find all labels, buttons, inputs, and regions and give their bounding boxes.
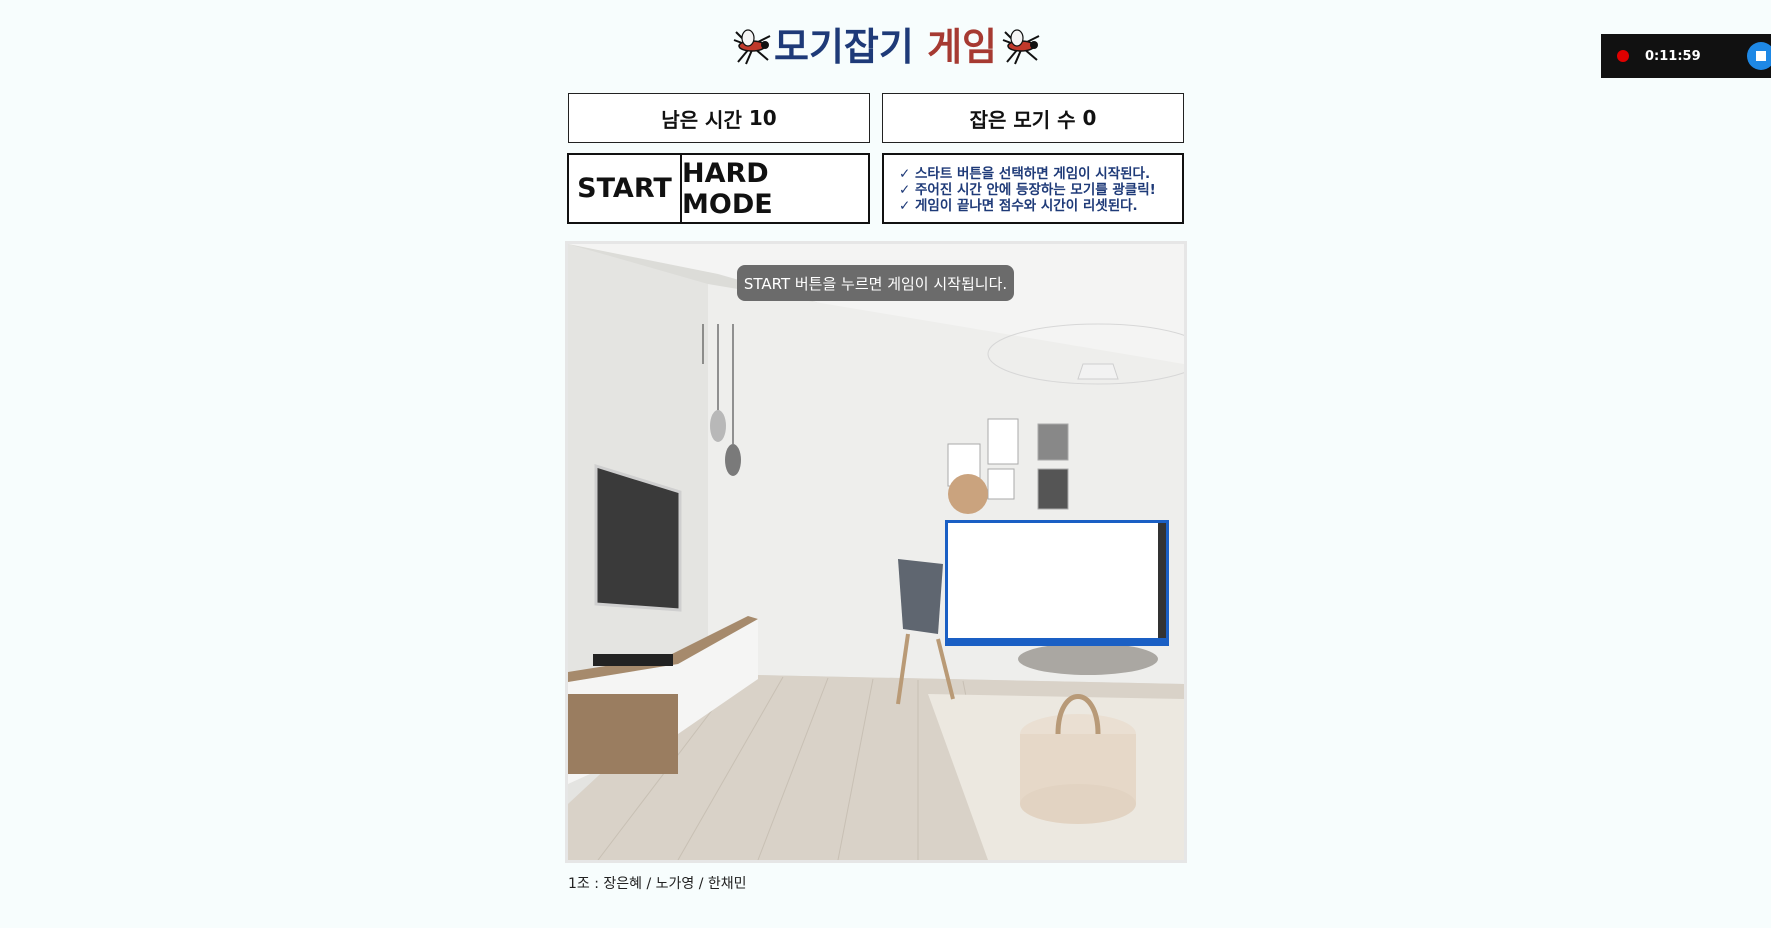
footer-credits: 1조 : 장은혜 / 노가영 / 한채민 [568, 876, 747, 892]
rules-box: ✓ 스타트 버튼을 선택하면 게임이 시작된다. ✓ 주어진 시간 안에 등장하… [882, 153, 1184, 224]
rule-item: ✓ 주어진 시간 안에 등장하는 모기를 광클릭! [899, 182, 1156, 198]
score-label: 잡은 모기 수 [969, 107, 1076, 132]
thumbnail-scrollbar [1158, 523, 1166, 643]
rule-item: ✓ 스타트 버튼을 선택하면 게임이 시작된다. [899, 166, 1151, 182]
recording-timer: 0:11:59 [1645, 48, 1701, 64]
screen-share-thumbnail [945, 520, 1169, 646]
time-remaining-box: 남은 시간 10 [568, 93, 870, 143]
screen-recorder-widget: 0:11:59 [1601, 34, 1771, 78]
score-box: 잡은 모기 수 0 [882, 93, 1184, 143]
mosquito-icon [997, 26, 1043, 66]
score-value: 0 [1082, 106, 1097, 130]
control-buttons: START HARD MODE [567, 153, 870, 224]
thumbnail-taskbar [948, 638, 1166, 643]
stage-message: START 버튼을 누르면 게임이 시작됩니다. [737, 265, 1014, 301]
rule-item: ✓ 게임이 끝나면 점수와 시간이 리셋된다. [899, 198, 1138, 214]
title-accent: 게임 [927, 25, 997, 69]
mosquito-icon [728, 26, 774, 66]
time-label: 남은 시간 [661, 107, 742, 132]
hard-mode-button[interactable]: HARD MODE [682, 155, 868, 222]
record-icon [1617, 50, 1629, 62]
title-main: 모기잡기 [774, 25, 914, 69]
page-title: 모기잡기 게임 [0, 22, 1771, 72]
start-button[interactable]: START [569, 155, 682, 222]
stop-recording-button[interactable] [1747, 42, 1771, 70]
stop-icon [1756, 51, 1766, 61]
time-value: 10 [748, 106, 777, 130]
